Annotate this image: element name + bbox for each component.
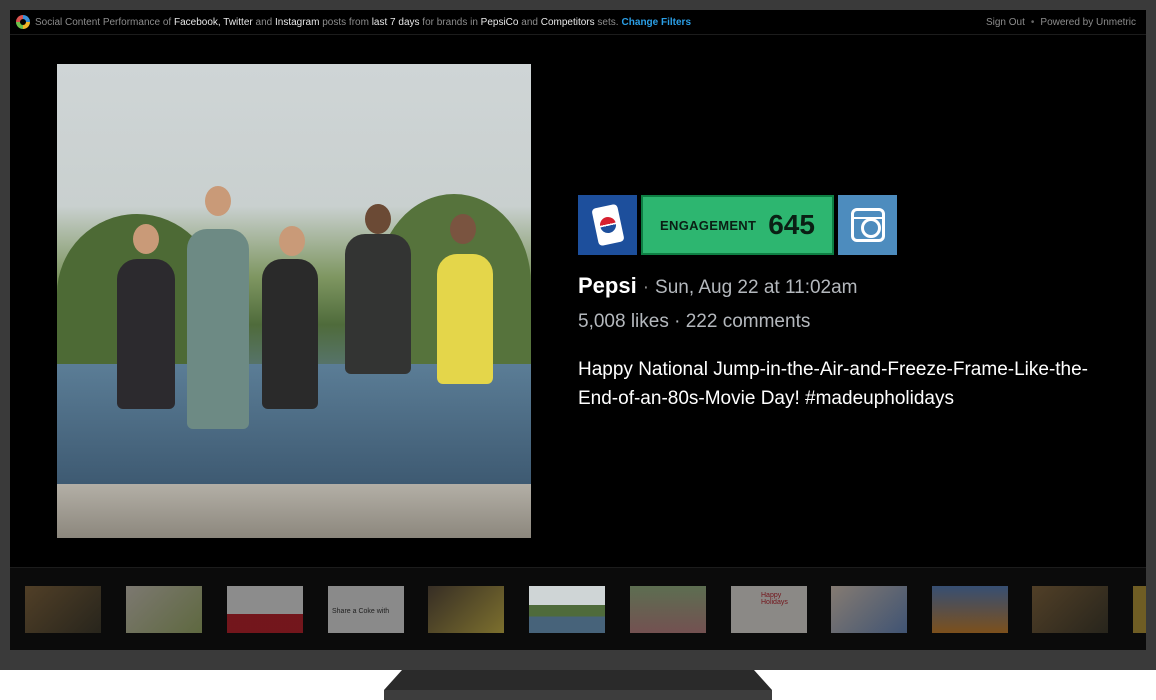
post-date: Sun, Aug 22 at 11:02am bbox=[655, 277, 858, 298]
person-1 bbox=[117, 259, 175, 409]
post-badges: ENGAGEMENT 645 bbox=[578, 195, 1118, 255]
thumb-11[interactable] bbox=[1032, 586, 1108, 633]
thumb-12-partial[interactable] bbox=[1133, 586, 1146, 633]
date-range: last 7 days bbox=[371, 16, 420, 28]
network-twitter: Twitter bbox=[223, 16, 253, 28]
sign-out-link[interactable]: Sign Out bbox=[986, 17, 1025, 28]
person-5 bbox=[437, 254, 493, 384]
engagement-label: ENGAGEMENT bbox=[660, 217, 757, 233]
powered-by-link[interactable]: Powered by Unmetric bbox=[1040, 17, 1136, 28]
engagement-value: 645 bbox=[768, 209, 815, 240]
tv-screen: Social Content Performance of Facebook, … bbox=[10, 10, 1146, 650]
network-tile[interactable] bbox=[838, 195, 897, 255]
thumb-8[interactable]: Happy Holidays bbox=[731, 586, 807, 633]
tv-stand-base bbox=[384, 690, 772, 700]
pepsi-can-icon bbox=[590, 203, 625, 247]
post-stats: 5,008 likes · 222 comments bbox=[578, 311, 811, 332]
brand-logo-tile[interactable] bbox=[578, 195, 637, 255]
person-4 bbox=[345, 234, 411, 374]
thumb-7[interactable] bbox=[630, 586, 706, 633]
network-facebook: Facebook, bbox=[173, 16, 221, 28]
thumb-5[interactable] bbox=[428, 586, 504, 633]
thumb-6-selected[interactable] bbox=[529, 586, 605, 633]
post-details: ENGAGEMENT 645 Pepsi · Sun, Aug 22 at 11… bbox=[578, 195, 1118, 413]
thumb-10[interactable] bbox=[932, 586, 1008, 633]
separator-dot: • bbox=[1030, 17, 1035, 28]
filter-bar: Social Content Performance of Facebook, … bbox=[10, 10, 1146, 35]
brand-set-pepsico: PepsiCo bbox=[480, 16, 519, 28]
brand-set-competitors: Competitors bbox=[540, 16, 595, 28]
thumb-4[interactable]: Share a Coke with bbox=[328, 586, 404, 633]
post-header: Pepsi · Sun, Aug 22 at 11:02am bbox=[578, 273, 858, 299]
comments-count: 222 comments bbox=[685, 311, 811, 332]
thumb-3[interactable] bbox=[227, 586, 303, 633]
post-image[interactable] bbox=[57, 64, 531, 538]
thumb-2[interactable] bbox=[126, 586, 202, 633]
unmetric-logo-icon bbox=[16, 15, 30, 29]
engagement-badge: ENGAGEMENT 645 bbox=[641, 195, 834, 255]
change-filters-link[interactable]: Change Filters bbox=[622, 17, 691, 28]
thumb-9[interactable] bbox=[831, 586, 907, 633]
thumbnail-strip: Share a Coke with Happy Holidays bbox=[10, 567, 1146, 650]
topbar-right: Sign Out • Powered by Unmetric bbox=[986, 10, 1136, 35]
thumb-1[interactable] bbox=[25, 586, 101, 633]
filter-text: Social Content Performance of Facebook, … bbox=[35, 16, 619, 28]
person-3 bbox=[262, 259, 318, 409]
brand-name[interactable]: Pepsi bbox=[578, 273, 637, 299]
post-caption: Happy National Jump-in-the-Air-and-Freez… bbox=[578, 359, 1089, 409]
stone-pier bbox=[57, 484, 531, 538]
instagram-icon bbox=[850, 208, 885, 242]
person-2 bbox=[187, 229, 249, 429]
network-instagram: Instagram bbox=[274, 16, 320, 28]
likes-count: 5,008 likes bbox=[578, 311, 669, 332]
